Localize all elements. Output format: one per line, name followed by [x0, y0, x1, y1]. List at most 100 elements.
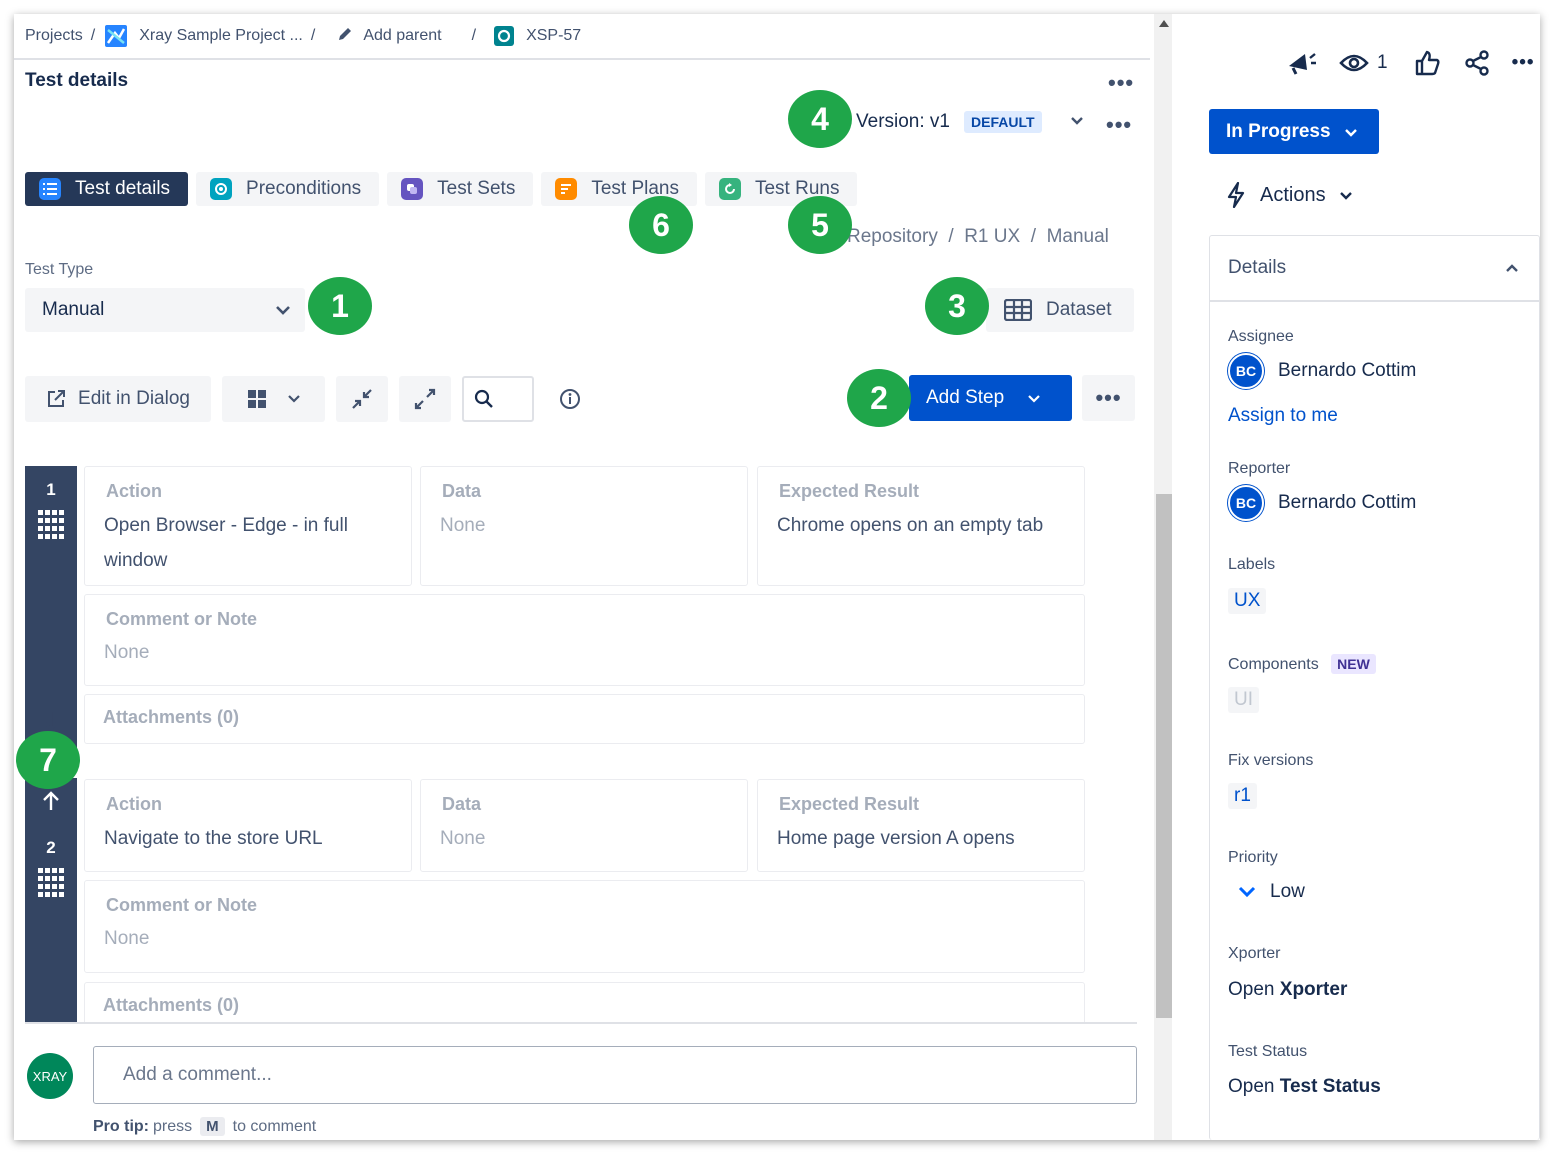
step-comment-card[interactable]: Comment or Note None [84, 880, 1085, 973]
priority-label: Priority [1228, 849, 1278, 866]
open-test-status-link[interactable]: Open Test Status [1228, 1076, 1381, 1098]
breadcrumb-separator: / [90, 27, 96, 44]
divider [14, 58, 1150, 60]
step-comment-card[interactable]: Comment or Note None [84, 594, 1085, 686]
scrollbar-thumb[interactable] [1156, 494, 1172, 1018]
step-handle[interactable] [25, 778, 77, 1024]
test-plan-icon [555, 178, 578, 200]
actions-button[interactable]: Actions [1226, 182, 1352, 208]
version-more-icon[interactable]: ••• [1106, 112, 1132, 138]
move-up-icon[interactable] [40, 790, 62, 812]
breadcrumb: Projects / Xray Sample Project ... / Add… [25, 24, 581, 48]
steps-more-button[interactable]: ••• [1082, 375, 1135, 421]
section-title: Test details [25, 70, 129, 91]
test-type-select[interactable]: Manual [25, 288, 305, 332]
view-mode-button[interactable] [222, 376, 325, 422]
test-status-label: Test Status [1228, 1043, 1308, 1060]
breadcrumb-projects[interactable]: Projects [25, 27, 83, 45]
edit-in-dialog-button[interactable]: Edit in Dialog [25, 376, 211, 422]
test-type-value: Manual [42, 299, 105, 320]
breadcrumb-add-parent[interactable]: Add parent [337, 26, 442, 47]
search-icon [474, 389, 494, 409]
expected-label: Expected Result [779, 794, 920, 814]
collapse-all-button[interactable] [336, 376, 388, 422]
step-attachments-card[interactable]: Attachments (0) [84, 982, 1085, 1024]
fix-versions-label: Fix versions [1228, 752, 1314, 769]
assign-to-me-link[interactable]: Assign to me [1228, 405, 1338, 427]
label-tag[interactable]: UX [1228, 588, 1267, 614]
repository-path[interactable]: Repository / R1 UX / Manual [847, 226, 1109, 248]
info-icon[interactable] [558, 387, 582, 416]
shortcut-key: M [200, 1117, 225, 1136]
tab-test-sets[interactable]: Test Sets [387, 172, 534, 206]
breadcrumb-project-label: Xray Sample Project ... [139, 27, 303, 44]
step-expected-card[interactable]: Expected Result Chrome opens on an empty… [757, 466, 1085, 586]
add-step-button[interactable]: Add Step [909, 375, 1072, 421]
collapse-icon [351, 388, 373, 410]
marker-5: 5 [788, 196, 852, 254]
pro-tip-press: press [153, 1117, 193, 1135]
megaphone-icon[interactable] [1287, 50, 1317, 76]
xporter-open: Open [1228, 979, 1275, 1000]
component-tag[interactable]: UI [1228, 687, 1259, 713]
test-run-icon [718, 178, 741, 200]
avatar: XRAY [27, 1053, 73, 1099]
issue-key: XSP-57 [526, 27, 582, 44]
xporter-label: Xporter [1228, 945, 1281, 962]
step-handle[interactable] [25, 466, 77, 748]
project-icon [105, 25, 128, 47]
share-icon[interactable] [1464, 50, 1490, 76]
reporter-field[interactable]: BC Bernardo Cottim [1228, 485, 1416, 521]
step-action-card[interactable]: Action Open Browser - Edge - in full win… [84, 466, 412, 586]
external-link-icon [46, 389, 66, 409]
step-expected-card[interactable]: Expected Result Home page version A open… [757, 779, 1085, 872]
tab-label: Test Sets [437, 178, 516, 199]
details-header[interactable]: Details [1210, 236, 1540, 302]
avatar: BC [1228, 485, 1264, 521]
comment-input[interactable]: Add a comment... [93, 1046, 1137, 1104]
drag-handle-icon[interactable] [38, 510, 64, 540]
attachments-label: Attachments (0) [103, 995, 240, 1015]
status-button[interactable]: In Progress [1209, 109, 1379, 154]
dataset-button[interactable]: Dataset [986, 288, 1134, 332]
more-icon: ••• [1095, 385, 1122, 410]
chevron-down-icon[interactable] [1070, 113, 1084, 131]
labels-label: Labels [1228, 556, 1276, 573]
drag-handle-icon[interactable] [38, 868, 64, 898]
expand-all-button[interactable] [399, 376, 451, 422]
pro-tip-end: to comment [232, 1117, 317, 1135]
issue-sidebar: 1 ••• In Progress Actions Details Assign… [1176, 14, 1540, 1140]
pro-tip-label: Pro tip: [93, 1117, 149, 1135]
expected-text: Home page version A opens [777, 828, 1015, 849]
fix-version-tag[interactable]: r1 [1228, 783, 1257, 809]
priority-field[interactable]: Low [1228, 881, 1305, 903]
move-down-icon[interactable] [40, 710, 62, 732]
like-icon[interactable] [1414, 50, 1440, 76]
chevron-down-icon[interactable] [1028, 390, 1040, 406]
tab-test-details[interactable]: Test details [25, 172, 189, 206]
step-data-card[interactable]: Data None [420, 466, 748, 586]
step-action-card[interactable]: Action Navigate to the store URL [84, 779, 412, 872]
divider [25, 1022, 1137, 1024]
watch-icon[interactable]: 1 [1339, 52, 1388, 74]
scroll-up-arrow[interactable] [1159, 20, 1169, 27]
breadcrumb-issue[interactable]: XSP-57 [494, 26, 581, 46]
step-data-card[interactable]: Data None [420, 779, 748, 872]
open-xporter-link[interactable]: Open Xporter [1228, 979, 1347, 1001]
list-icon [39, 178, 61, 200]
more-icon[interactable]: ••• [1512, 52, 1535, 74]
version-selector[interactable]: Version: v1 DEFAULT [856, 111, 1084, 133]
pro-tip: Pro tip: press M to comment [93, 1117, 316, 1136]
assignee-field[interactable]: BC Bernardo Cottim [1228, 353, 1416, 389]
chevron-down-icon [1344, 124, 1357, 140]
tab-preconditions[interactable]: Preconditions [196, 172, 380, 206]
tab-label: Preconditions [246, 178, 362, 199]
breadcrumb-separator: / [310, 27, 316, 44]
step-attachments-card[interactable]: Attachments (0) [84, 694, 1085, 744]
comment-value: None [104, 642, 150, 663]
section-more-icon[interactable]: ••• [1108, 70, 1134, 96]
comment-label: Comment or Note [106, 895, 258, 915]
action-label: Action [106, 481, 162, 501]
breadcrumb-project[interactable]: Xray Sample Project ... [105, 25, 303, 47]
step-search-input[interactable] [462, 376, 534, 422]
